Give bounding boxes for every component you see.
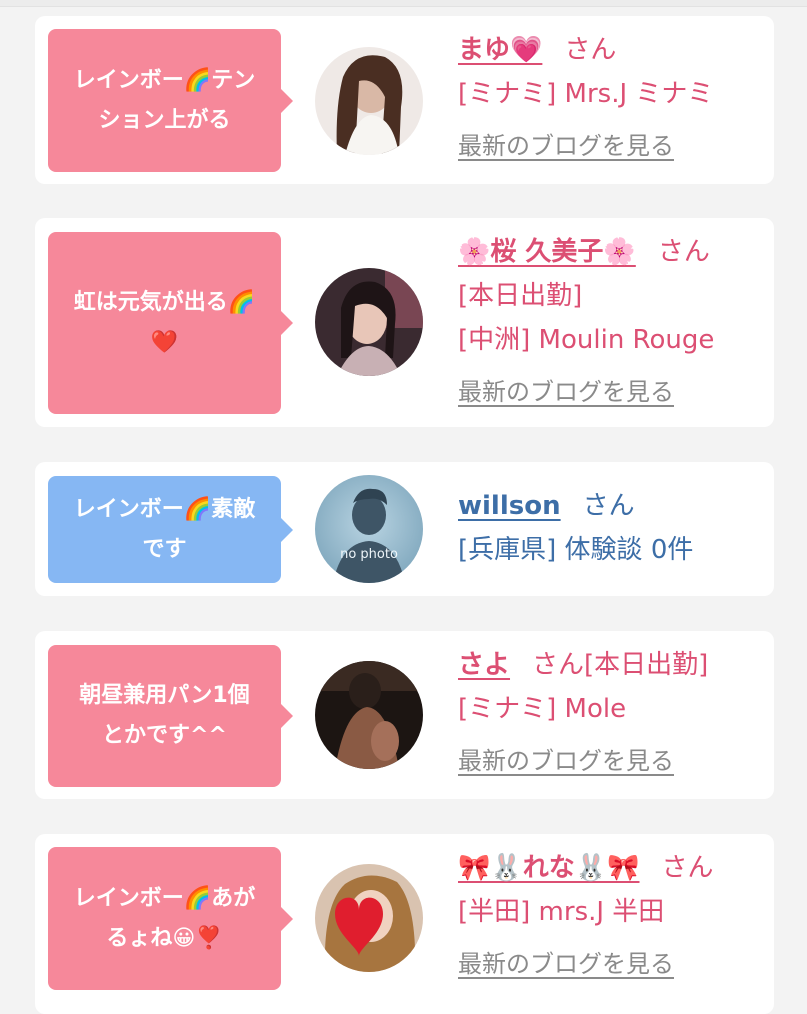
avatar[interactable]	[315, 661, 423, 769]
latest-blog-link[interactable]: 最新のブログを見る	[458, 950, 674, 978]
avatar[interactable]	[315, 268, 423, 376]
latest-blog-link[interactable]: 最新のブログを見る	[458, 747, 674, 775]
comment-bubble: レインボー🌈素敵 です	[48, 476, 293, 583]
honorific-status: さん[本日出勤]	[532, 650, 709, 680]
latest-blog-link[interactable]: 最新のブログを見る	[458, 378, 674, 406]
name-row: さよ さん[本日出勤]	[458, 643, 754, 687]
honorific: さん	[564, 35, 617, 65]
comment-card: レインボー🌈あが るょね😀❣️ 🎀🐰れな🐰🎀 さん [半田] mrs.J 半田 最…	[35, 834, 774, 1014]
name-row: 🌸桜 久美子🌸 さん	[458, 230, 754, 274]
shop-line: [ミナミ] Mrs.J ミナミ	[458, 79, 714, 109]
user-name-link[interactable]: 🌸桜 久美子🌸	[458, 237, 636, 267]
no-photo-silhouette-icon	[315, 475, 423, 583]
avatar-photo-icon	[315, 268, 423, 376]
status-line: [本日出勤]	[458, 281, 583, 311]
comment-text: レインボー🌈あが るょね😀❣️	[73, 885, 256, 951]
shop-line: [ミナミ] Mole	[458, 694, 627, 724]
name-row: まゆ💗 さん	[458, 28, 754, 72]
user-info: さよ さん[本日出勤] [ミナミ] Mole 最新のブログを見る	[458, 643, 754, 783]
comment-card: レインボー🌈テン ション上がる まゆ💗 さん [ミナミ] Mrs.J ミナミ 最新…	[35, 16, 774, 184]
user-name-link[interactable]: まゆ💗	[458, 35, 542, 65]
user-name-link[interactable]: willson	[458, 491, 561, 521]
user-name-link[interactable]: 🎀🐰れな🐰🎀	[458, 853, 640, 883]
user-name-link[interactable]: さよ	[458, 650, 510, 680]
comment-card: レインボー🌈素敵 です no photo willson さん [兵庫県] 体験談…	[35, 462, 774, 596]
comment-card: 朝昼兼用パン1個 とかです^^ さよ さん[本日出勤] [ミナミ] Mole 最新…	[35, 631, 774, 799]
avatar-photo-icon	[315, 661, 423, 769]
avatar[interactable]: no photo	[315, 475, 423, 583]
shop-line: [半田] mrs.J 半田	[458, 897, 665, 927]
comment-text: 虹は元気が出る🌈 ❤️	[73, 290, 256, 355]
comment-text: レインボー🌈素敵 です	[73, 496, 256, 562]
comment-bubble: レインボー🌈あが るょね😀❣️	[48, 847, 293, 990]
comment-bubble: 虹は元気が出る🌈 ❤️	[48, 232, 293, 414]
comment-card: 虹は元気が出る🌈 ❤️ 🌸桜 久美子🌸 さん [本日出勤] [中洲] Moulin…	[35, 218, 774, 427]
avatar-photo-icon	[315, 47, 423, 155]
top-divider	[0, 0, 807, 7]
user-info: willson さん [兵庫県] 体験談 0件	[458, 484, 754, 572]
avatar[interactable]	[315, 47, 423, 155]
name-row: willson さん	[458, 484, 754, 528]
no-photo-label: no photo	[340, 547, 398, 562]
name-row: 🎀🐰れな🐰🎀 さん	[458, 846, 754, 890]
user-info: 🌸桜 久美子🌸 さん [本日出勤] [中洲] Moulin Rouge 最新のブロ…	[458, 230, 754, 414]
user-info: まゆ💗 さん [ミナミ] Mrs.J ミナミ 最新のブログを見る	[458, 28, 754, 168]
comment-bubble: 朝昼兼用パン1個 とかです^^	[48, 645, 293, 787]
shop-line: [中洲] Moulin Rouge	[458, 325, 715, 355]
honorific: さん	[661, 853, 714, 883]
avatar-photo-icon	[315, 864, 423, 972]
comment-text: レインボー🌈テン ション上がる	[73, 67, 256, 133]
comment-text: 朝昼兼用パン1個 とかです^^	[79, 683, 250, 748]
latest-blog-link[interactable]: 最新のブログを見る	[458, 132, 674, 160]
user-info: 🎀🐰れな🐰🎀 さん [半田] mrs.J 半田 最新のブログを見る	[458, 846, 754, 986]
honorific: さん	[582, 491, 635, 521]
avatar[interactable]	[315, 864, 423, 972]
comment-bubble: レインボー🌈テン ション上がる	[48, 29, 293, 172]
review-count-line: [兵庫県] 体験談 0件	[458, 535, 694, 565]
honorific: さん	[657, 237, 710, 267]
